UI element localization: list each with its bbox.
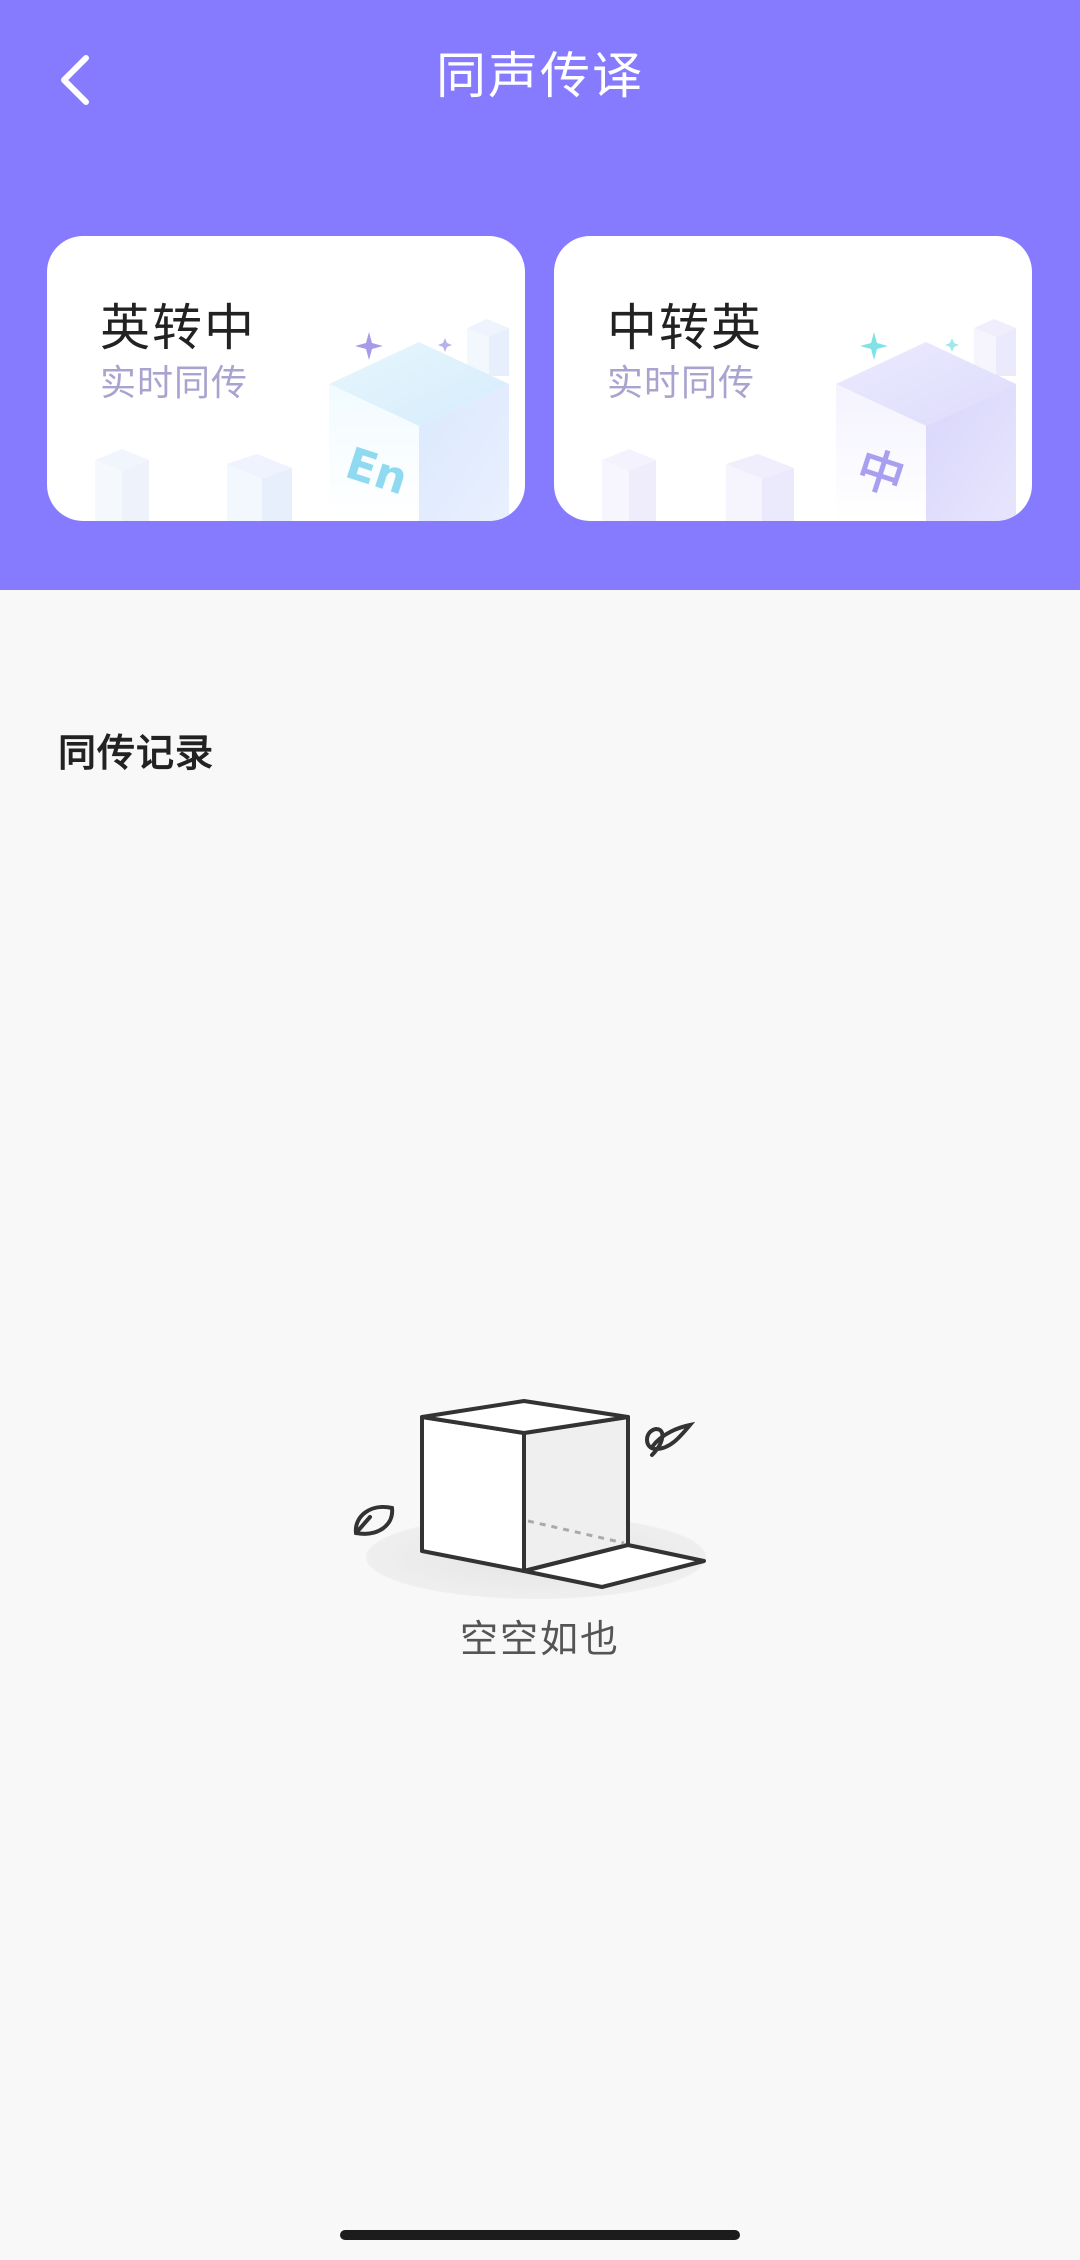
empty-state-text: 空空如也 xyxy=(459,1617,620,1661)
page-title: 同声传译 xyxy=(436,47,644,105)
card-subtitle: 实时同传 xyxy=(607,363,756,404)
card-subtitle: 实时同传 xyxy=(100,363,249,404)
card-zh-to-en[interactable]: 中 中转英 实时同传 xyxy=(554,236,1032,521)
card-en-to-zh[interactable]: En 英转中 实时同传 xyxy=(47,236,525,521)
empty-box-icon xyxy=(353,1399,706,1599)
sparkle-icon xyxy=(355,332,383,360)
sparkle-icon xyxy=(860,332,888,360)
records-section-title: 同传记录 xyxy=(58,731,215,775)
card-title: 英转中 xyxy=(100,299,256,357)
header: 同声传译 En 英转中 实时同传 中 中转英 实时同传 xyxy=(0,0,1080,590)
card-title: 中转英 xyxy=(607,299,763,357)
home-indicator[interactable] xyxy=(340,2230,740,2240)
